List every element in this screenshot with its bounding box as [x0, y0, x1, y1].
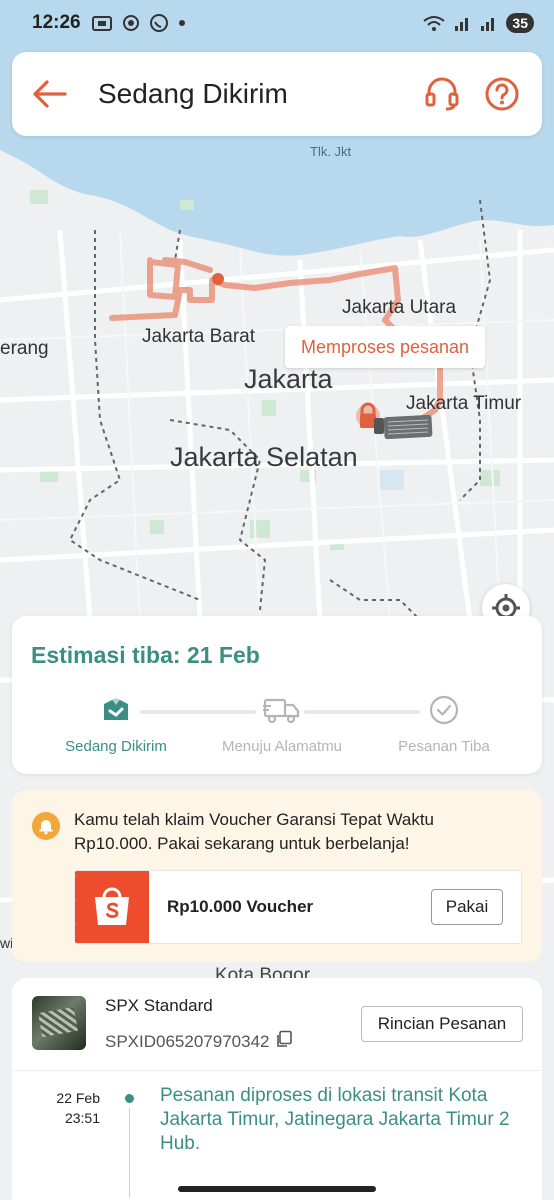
shipment-card: SPX Standard SPXID065207970342 Rincian P… [12, 978, 542, 1200]
processing-status-tag: Memproses pesanan [285, 326, 485, 368]
copy-icon [277, 1030, 293, 1047]
timeline-event: Pesanan diproses di lokasi transit Kota … [160, 1085, 510, 1154]
map-label-jakarta: Jakarta [244, 364, 333, 394]
tracking-number-row: SPXID065207970342 [105, 1030, 293, 1053]
wifi-icon [423, 16, 446, 31]
help-button[interactable] [472, 52, 532, 136]
copy-button[interactable] [275, 1030, 293, 1053]
headset-icon [425, 77, 459, 111]
step-label-shipping: Sedang Dikirim [65, 738, 167, 755]
top-app-bar: Sedang Dikirim [12, 52, 542, 136]
courier-truck-marker[interactable] [352, 400, 436, 444]
home-indicator[interactable] [178, 1186, 376, 1192]
bell-icon [32, 812, 60, 840]
voucher-amount: Rp10.000 Voucher [167, 897, 314, 916]
step-label-arrived: Pesanan Tiba [398, 738, 490, 755]
screenshot-icon [91, 16, 112, 31]
courier-thumbnail [32, 996, 86, 1050]
shopee-logo [75, 871, 149, 943]
use-voucher-button[interactable]: Pakai [431, 889, 503, 925]
question-mark-icon [485, 77, 519, 111]
map-label-bay: Tlk. Jkt [310, 144, 352, 159]
map-label-jakarta-selatan: Jakarta Selatan [170, 442, 358, 472]
truck-icon [263, 698, 300, 724]
shopping-bag-icon [95, 887, 129, 925]
timeline-day: 22 Feb [56, 1090, 100, 1106]
order-details-button[interactable]: Rincian Pesanan [361, 1006, 523, 1042]
map-label-jakarta-utara: Jakarta Utara [342, 297, 457, 318]
sync-icon [122, 15, 139, 31]
tracking-number: SPXID065207970342 [105, 1031, 270, 1051]
battery-indicator: 35 [506, 13, 534, 33]
map-label-tangerang: erang [0, 338, 49, 359]
dot-icon [178, 20, 185, 26]
status-bar: 12:26 35 [0, 0, 554, 46]
signal-icon-2 [481, 18, 495, 31]
timeline-dot [125, 1094, 134, 1103]
status-time: 12:26 [32, 12, 81, 33]
step-on-the-way: Menuju Alamatmu [212, 692, 352, 755]
signal-icon [455, 18, 469, 31]
timeline-date: 22 Feb 23:51 [40, 1088, 100, 1128]
whatsapp-icon [149, 14, 168, 32]
delivery-estimate-card: Estimasi tiba: 21 Feb Sedang Dikirim Men… [12, 616, 542, 774]
estimated-arrival: Estimasi tiba: 21 Feb [31, 642, 260, 668]
step-arrived: Pesanan Tiba [384, 692, 504, 755]
voucher-message: Kamu telah klaim Voucher Garansi Tepat W… [74, 810, 435, 853]
voucher-ticket[interactable]: Rp10.000 Voucher Pakai [74, 870, 522, 944]
timeline-line [129, 1108, 130, 1198]
map-label-jakarta-barat: Jakarta Barat [142, 326, 255, 347]
divider [12, 1070, 542, 1071]
back-button[interactable] [12, 52, 86, 136]
customer-service-button[interactable] [412, 52, 472, 136]
step-shipping: Sedang Dikirim [56, 692, 176, 755]
truck-marker-icon [356, 402, 433, 440]
back-arrow-icon [33, 80, 67, 108]
voucher-notice-card: Kamu telah klaim Voucher Garansi Tepat W… [12, 790, 542, 962]
courier-service: SPX Standard [105, 996, 213, 1015]
timeline-time: 23:51 [64, 1110, 100, 1126]
box-icon [104, 698, 128, 720]
check-circle-icon [429, 695, 459, 725]
step-label-on-the-way: Menuju Alamatmu [221, 738, 343, 755]
page-title: Sedang Dikirim [98, 78, 288, 109]
